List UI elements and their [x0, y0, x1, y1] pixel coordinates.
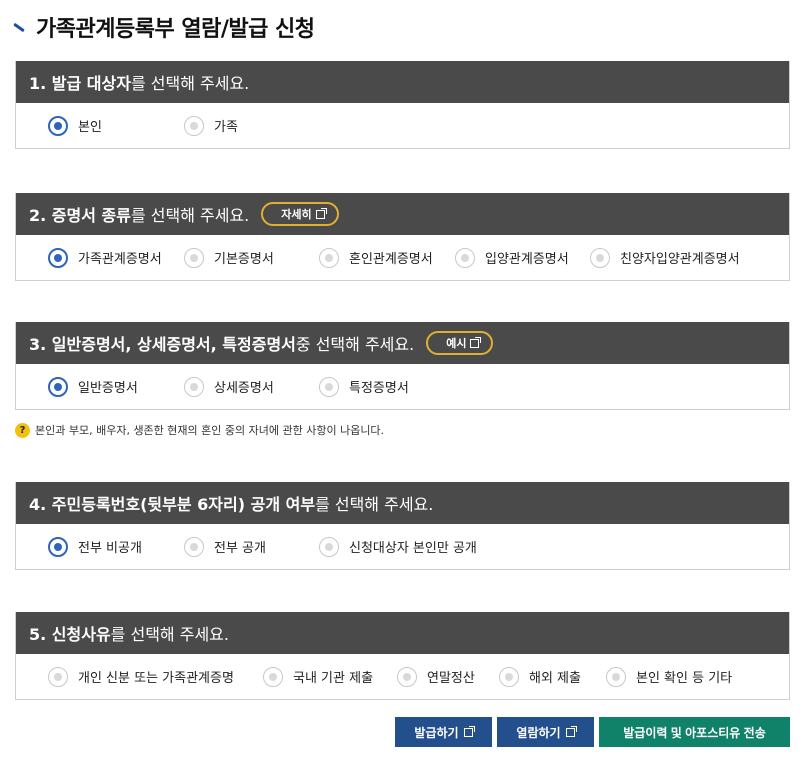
radio-label: 가족 [214, 120, 238, 135]
radio-button[interactable] [319, 247, 339, 268]
radio-option-all-private[interactable]: 전부 비공개 [48, 536, 184, 557]
radio-label: 전부 비공개 [78, 541, 142, 556]
radio-label: 가족관계증명서 [78, 252, 162, 267]
radio-option-identity[interactable]: 개인 신분 또는 가족관계증명 [48, 666, 263, 687]
radio-button[interactable] [48, 247, 68, 268]
external-link-icon [565, 725, 577, 737]
radio-label: 입양관계증명서 [485, 252, 569, 267]
page-title-text: 가족관계등록부 열람/발급 신청 [36, 17, 315, 42]
section-heading-strong: 4. 주민등록번호(뒷부분 6자리) 공개 여부 [29, 495, 316, 514]
radio-label: 연말정산 [427, 671, 475, 686]
radio-option-family-relation[interactable]: 가족관계증명서 [48, 247, 184, 268]
radio-option-specific[interactable]: 특정증명서 [319, 376, 409, 397]
section-certificate-detail: 3. 일반증명서, 상세증명서, 특정증명서 중 선택해 주세요. 예시 일반증… [15, 322, 790, 410]
radio-label: 친양자입양관계증명서 [620, 252, 740, 267]
section-header: 3. 일반증명서, 상세증명서, 특정증명서 중 선택해 주세요. 예시 [16, 322, 789, 364]
radio-option-other[interactable]: 본인 확인 등 기타 [606, 666, 733, 687]
radio-button[interactable] [263, 666, 283, 687]
section-heading-rest: 를 선택해 주세요. [315, 495, 434, 514]
help-note-text: 본인과 부모, 배우자, 생존한 현재의 혼인 중의 자녀에 관한 사항이 나옵… [35, 424, 385, 437]
radio-button[interactable] [319, 536, 339, 557]
external-link-icon [463, 725, 475, 737]
example-button[interactable]: 예시 [426, 331, 494, 355]
radio-option-basic[interactable]: 기본증명서 [184, 247, 319, 268]
external-link-icon [470, 336, 482, 348]
section-reason: 5. 신청사유 를 선택해 주세요. 개인 신분 또는 가족관계증명 국내 기관 … [15, 612, 790, 700]
radio-option-marriage[interactable]: 혼인관계증명서 [319, 247, 455, 268]
radio-group-certificate: 가족관계증명서 기본증명서 혼인관계증명서 입양관계증명서 친양자입양관계증명서 [16, 235, 789, 280]
details-button[interactable]: 자세히 [261, 202, 339, 226]
section-heading-strong: 1. 발급 대상자 [29, 74, 131, 93]
radio-button[interactable] [48, 115, 68, 136]
section-header: 4. 주민등록번호(뒷부분 6자리) 공개 여부 를 선택해 주세요. [16, 482, 789, 524]
radio-label: 해외 제출 [529, 671, 581, 686]
radio-label: 전부 공개 [214, 541, 266, 556]
radio-label: 본인 [78, 120, 102, 135]
section-resident-number: 4. 주민등록번호(뒷부분 6자리) 공개 여부 를 선택해 주세요. 전부 비공… [15, 482, 790, 570]
view-button[interactable]: 열람하기 [497, 717, 594, 747]
radio-button[interactable] [184, 536, 204, 557]
radio-button[interactable] [48, 536, 68, 557]
question-icon: ? [15, 422, 30, 438]
radio-button[interactable] [397, 666, 417, 687]
radio-option-domestic[interactable]: 국내 기관 제출 [263, 666, 397, 687]
radio-label: 국내 기관 제출 [293, 671, 374, 686]
issue-button[interactable]: 발급하기 [395, 717, 492, 747]
radio-button[interactable] [499, 666, 519, 687]
section-heading-strong: 2. 증명서 종류 [29, 206, 131, 225]
radio-option-detailed[interactable]: 상세증명서 [184, 376, 319, 397]
radio-button[interactable] [455, 247, 475, 268]
issue-button-label: 발급하기 [414, 725, 459, 740]
radio-label: 혼인관계증명서 [349, 252, 433, 267]
section-target-person: 1. 발급 대상자 를 선택해 주세요. 본인 가족 [15, 61, 790, 149]
section-certificate-type: 2. 증명서 종류 를 선택해 주세요. 자세히 가족관계증명서 기본증명서 혼인… [15, 193, 790, 281]
radio-option-family[interactable]: 가족 [184, 115, 238, 136]
section-heading-strong: 5. 신청사유 [29, 625, 111, 644]
apostille-transmit-button[interactable]: 발급이력 및 아포스티유 전송 [599, 717, 790, 747]
radio-label: 신청대상자 본인만 공개 [349, 541, 477, 556]
radio-option-all-public[interactable]: 전부 공개 [184, 536, 319, 557]
radio-option-overseas[interactable]: 해외 제출 [499, 666, 606, 687]
section-header: 2. 증명서 종류 를 선택해 주세요. 자세히 [16, 193, 789, 235]
radio-label: 상세증명서 [214, 381, 274, 396]
radio-button[interactable] [606, 666, 626, 687]
radio-button[interactable] [184, 115, 204, 136]
page-title: 가족관계등록부 열람/발급 신청 [12, 8, 315, 46]
radio-group-reason: 개인 신분 또는 가족관계증명 국내 기관 제출 연말정산 해외 제출 본인 확… [16, 654, 789, 699]
radio-group-detail: 일반증명서 상세증명서 특정증명서 [16, 364, 789, 409]
external-link-icon [315, 207, 327, 219]
radio-label: 개인 신분 또는 가족관계증명 [78, 671, 234, 686]
radio-button[interactable] [184, 376, 204, 397]
radio-option-general[interactable]: 일반증명서 [48, 376, 184, 397]
radio-label: 본인 확인 등 기타 [636, 671, 733, 686]
section-heading-strong: 3. 일반증명서, 상세증명서, 특정증명서 [29, 335, 296, 354]
help-note: ? 본인과 부모, 배우자, 생존한 현재의 혼인 중의 자녀에 관한 사항이 … [15, 422, 384, 438]
radio-label: 기본증명서 [214, 252, 274, 267]
section-heading-rest: 를 선택해 주세요. [130, 206, 250, 225]
view-button-label: 열람하기 [516, 725, 561, 740]
radio-option-self[interactable]: 본인 [48, 115, 184, 136]
section-heading-rest: 를 선택해 주세요. [110, 625, 229, 644]
radio-label: 특정증명서 [349, 381, 409, 396]
radio-label: 일반증명서 [78, 381, 138, 396]
radio-button[interactable] [319, 376, 339, 397]
radio-button[interactable] [184, 247, 204, 268]
radio-option-self-only[interactable]: 신청대상자 본인만 공개 [319, 536, 477, 557]
radio-button[interactable] [590, 247, 610, 268]
radio-option-adoption[interactable]: 입양관계증명서 [455, 247, 590, 268]
apostille-transmit-label: 발급이력 및 아포스티유 전송 [623, 725, 766, 740]
section-header: 5. 신청사유 를 선택해 주세요. [16, 612, 789, 654]
section-heading-rest: 를 선택해 주세요. [130, 74, 250, 93]
radio-group-disclosure: 전부 비공개 전부 공개 신청대상자 본인만 공개 [16, 524, 789, 569]
details-button-label: 자세히 [281, 208, 312, 221]
section-header: 1. 발급 대상자 를 선택해 주세요. [16, 61, 789, 103]
radio-button[interactable] [48, 666, 68, 687]
radio-button[interactable] [48, 376, 68, 397]
section-heading-rest: 중 선택해 주세요. [295, 335, 415, 354]
title-accent-icon [12, 21, 26, 35]
radio-option-full-adoption[interactable]: 친양자입양관계증명서 [590, 247, 740, 268]
radio-group-target: 본인 가족 [16, 103, 789, 148]
radio-option-tax[interactable]: 연말정산 [397, 666, 499, 687]
example-button-label: 예시 [446, 337, 467, 350]
